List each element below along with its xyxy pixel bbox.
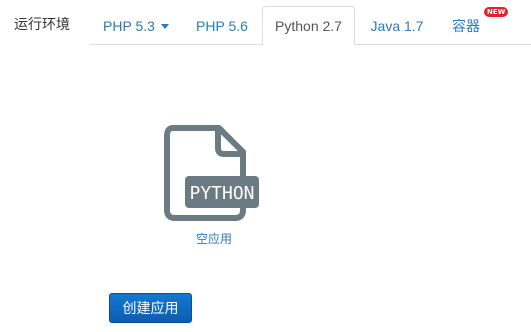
icon-text: PYTHON (189, 183, 254, 204)
tab-python-2-7[interactable]: Python 2.7 (262, 6, 355, 46)
tab-label: Python 2.7 (275, 18, 342, 34)
tab-php-5-3[interactable]: PHP 5.3 (90, 6, 182, 45)
tab-label: Java 1.7 (370, 17, 424, 34)
tab-label: PHP 5.6 (196, 17, 248, 34)
runtime-label: 运行环境 (14, 16, 70, 32)
runtime-tabs: PHP 5.3 PHP 5.6 Python 2.7 Java 1.7 容器 (90, 6, 531, 46)
tab-label: 容器 (452, 17, 480, 34)
tab-java-1-7[interactable]: Java 1.7 (355, 6, 439, 45)
new-badge: NEW (484, 7, 509, 17)
caret-down-icon (160, 24, 169, 29)
python-file-icon[interactable]: PYTHON (163, 124, 261, 222)
tab-label: PHP 5.3 (103, 17, 155, 34)
package-name-link[interactable]: 空应用 (187, 230, 241, 247)
tab-php-5-6[interactable]: PHP 5.6 (182, 6, 262, 45)
create-app-button[interactable]: 创建应用 (109, 293, 192, 323)
